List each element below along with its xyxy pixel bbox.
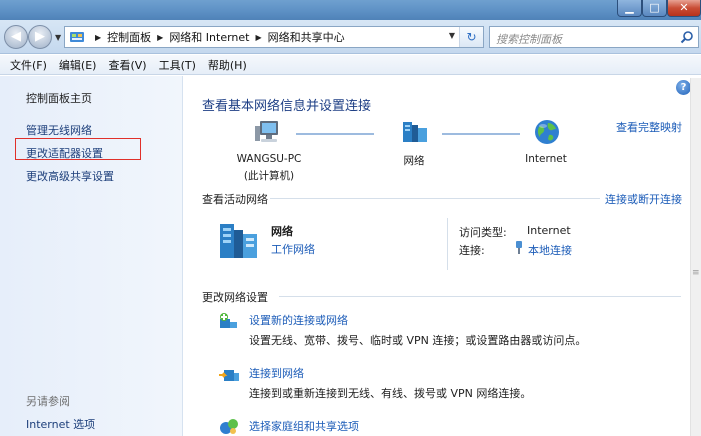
connect-to-network-desc: 连接到或重新连接到无线、有线、拨号或 VPN 网络连接。	[249, 387, 532, 400]
address-bar[interactable]: ▶ 控制面板 ▶ 网络和 Internet ▶ 网络和共享中心 ▼ ↻	[64, 26, 484, 48]
forward-button[interactable]: ▶	[28, 25, 52, 49]
control-panel-icon	[69, 29, 85, 45]
help-button[interactable]: ?	[676, 80, 691, 95]
recent-pages-dropdown-icon[interactable]: ▼	[55, 33, 61, 42]
sidebar-item-change-adapter-settings[interactable]: 更改适配器设置	[26, 145, 103, 161]
computer-name-label: WANGSU-PC	[236, 153, 302, 165]
sidebar: 控制面板主页 管理无线网络 更改适配器设置 更改高级共享设置 另请参阅 Inte…	[0, 76, 183, 436]
breadcrumb-separator-icon[interactable]: ▶	[157, 33, 163, 42]
sidebar-item-advanced-sharing[interactable]: 更改高级共享设置	[26, 168, 114, 184]
breadcrumb-item[interactable]: 网络和 Internet	[169, 29, 249, 45]
ethernet-connection-icon	[514, 241, 524, 254]
section-divider	[279, 296, 681, 297]
network-icon	[400, 118, 430, 146]
sidebar-item-control-panel-home[interactable]: 控制面板主页	[26, 90, 92, 106]
see-also-heading: 另请参阅	[26, 395, 70, 408]
breadcrumb-separator-icon[interactable]: ▶	[256, 33, 262, 42]
menu-help[interactable]: 帮助(H)	[208, 57, 247, 73]
network-category-link[interactable]: 工作网络	[271, 241, 315, 257]
sidebar-item-manage-wireless[interactable]: 管理无线网络	[26, 122, 92, 138]
menu-bar: 文件(F) 编辑(E) 查看(V) 工具(T) 帮助(H)	[0, 55, 701, 75]
internet-label: Internet	[525, 153, 567, 165]
breadcrumb: ▶ 控制面板 ▶ 网络和 Internet ▶ 网络和共享中心	[89, 29, 345, 45]
scrollbar-grip-icon[interactable]: ≡	[692, 268, 700, 278]
connect-to-network-icon	[218, 365, 240, 385]
change-settings-heading: 更改网络设置	[202, 291, 268, 304]
setup-new-connection-link[interactable]: 设置新的连接或网络	[249, 312, 348, 328]
refresh-button[interactable]: ↻	[459, 27, 483, 47]
connection-line	[442, 133, 520, 135]
main-content: ? 查看基本网络信息并设置连接 查看完整映射 WANGSU-PC (此计算机) …	[184, 76, 701, 436]
address-dropdown-icon[interactable]: ▼	[449, 31, 455, 40]
network-label: 网络	[403, 155, 425, 167]
section-divider	[270, 198, 600, 199]
connections-label: 连接:	[459, 244, 485, 257]
search-input[interactable]: 搜索控制面板	[489, 26, 699, 48]
homegroup-sharing-link[interactable]: 选择家庭组和共享选项	[249, 418, 359, 434]
search-icon[interactable]	[680, 30, 694, 44]
back-button[interactable]: ◀	[4, 25, 28, 49]
computer-icon	[254, 118, 284, 146]
connection-line	[296, 133, 374, 135]
breadcrumb-item[interactable]: 控制面板	[107, 29, 151, 45]
sidebar-item-internet-options[interactable]: Internet 选项	[26, 416, 95, 432]
network-name: 网络	[271, 225, 293, 238]
local-connection-link[interactable]: 本地连接	[528, 242, 572, 258]
globe-icon	[533, 118, 561, 146]
setup-new-connection-desc: 设置无线、宽带、拨号、临时或 VPN 连接；或设置路由器或访问点。	[249, 334, 587, 347]
title-bar: ▁ □ ✕	[0, 0, 701, 20]
see-full-map-link[interactable]: 查看完整映射	[616, 119, 682, 135]
minimize-button[interactable]: ▁	[617, 0, 642, 17]
page-title: 查看基本网络信息并设置连接	[202, 99, 372, 114]
breadcrumb-item[interactable]: 网络和共享中心	[268, 29, 345, 45]
menu-view[interactable]: 查看(V)	[108, 57, 146, 73]
access-type-label: 访问类型:	[459, 226, 507, 239]
menu-file[interactable]: 文件(F)	[10, 57, 47, 73]
new-connection-icon	[218, 312, 240, 332]
maximize-button[interactable]: □	[642, 0, 667, 17]
connect-disconnect-link[interactable]: 连接或断开连接	[605, 191, 682, 207]
menu-tools[interactable]: 工具(T)	[159, 57, 196, 73]
search-placeholder: 搜索控制面板	[496, 33, 562, 46]
access-type-value: Internet	[527, 224, 571, 237]
computer-sub-label: (此计算机)	[243, 170, 295, 182]
vertical-scrollbar[interactable]	[690, 78, 701, 436]
address-row: ◀ ▶ ▼ ▶ 控制面板 ▶ 网络和 Internet ▶ 网络和共享中心 ▼ …	[0, 20, 701, 54]
menu-edit[interactable]: 编辑(E)	[59, 57, 97, 73]
active-networks-heading: 查看活动网络	[202, 193, 268, 206]
network-buildings-icon	[217, 218, 261, 262]
vertical-divider	[447, 218, 448, 270]
close-button[interactable]: ✕	[667, 0, 701, 17]
homegroup-icon	[218, 416, 240, 436]
breadcrumb-separator-icon[interactable]: ▶	[95, 33, 101, 42]
connect-to-network-link[interactable]: 连接到网络	[249, 365, 304, 381]
